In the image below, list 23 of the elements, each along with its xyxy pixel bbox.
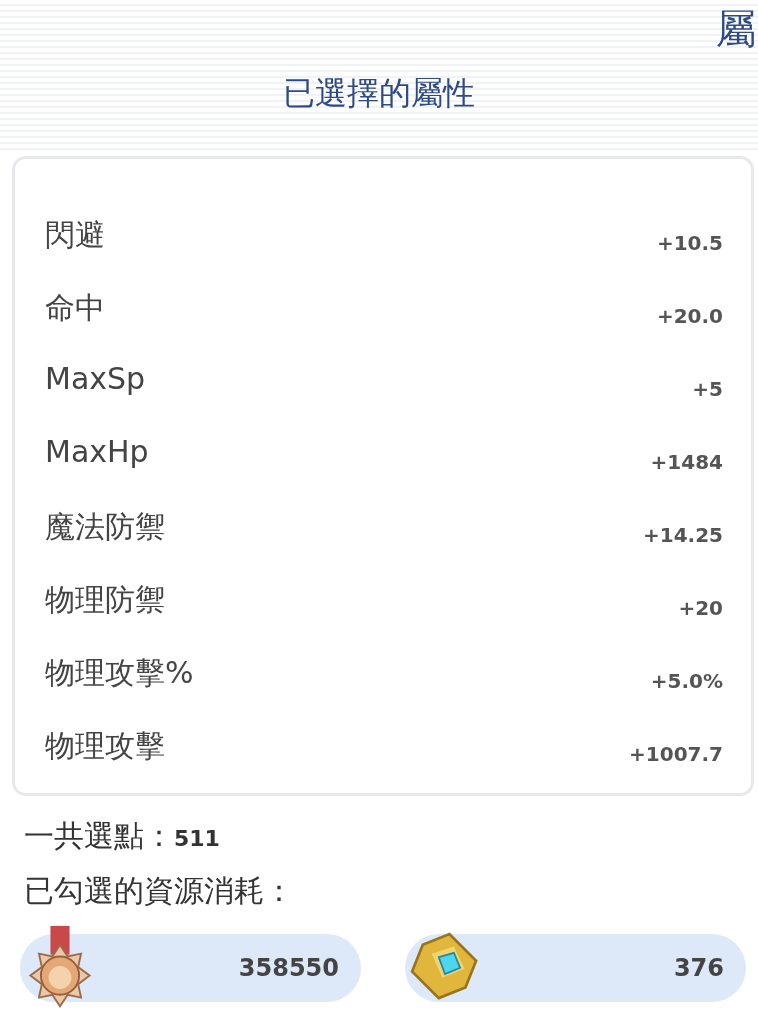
- attribute-value: +20: [678, 595, 723, 620]
- attribute-value: +10.5: [656, 230, 723, 255]
- attribute-name: 物理攻擊: [45, 727, 165, 765]
- cost-label: 已勾選的資源消耗：: [23, 872, 295, 910]
- total-label: 一共選點：: [24, 818, 174, 853]
- attribute-name: MaxHp: [45, 434, 149, 469]
- attribute-name: 物理防禦: [45, 581, 165, 619]
- attribute-value: +14.25: [642, 522, 723, 547]
- attribute-name: 魔法防禦: [45, 508, 165, 546]
- panel-title: 屬: [716, 5, 756, 54]
- resource-amount: 376: [673, 954, 724, 982]
- attribute-name: 物理攻擊%: [45, 654, 194, 692]
- attribute-value: +1484: [650, 449, 723, 474]
- attribute-name: 閃避: [45, 216, 105, 254]
- resource-amount: 358550: [238, 954, 339, 982]
- attribute-value: +5.0%: [650, 668, 723, 693]
- attribute-value: +20.0: [656, 303, 723, 328]
- attribute-name: 命中: [45, 289, 105, 327]
- total-value: 511: [174, 826, 220, 851]
- section-title: 已選擇的屬性: [283, 73, 475, 114]
- attribute-value: +1007.7: [629, 741, 723, 766]
- attribute-value: +5: [692, 376, 723, 401]
- attribute-name: MaxSp: [45, 361, 146, 396]
